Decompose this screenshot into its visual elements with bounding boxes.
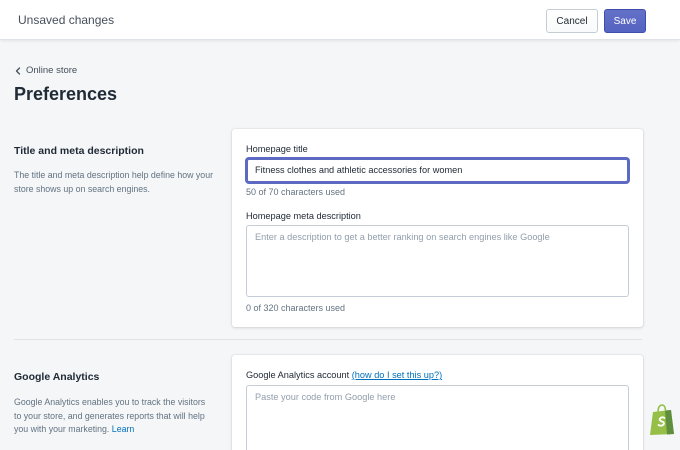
meta-description-label: Homepage meta description [246, 211, 361, 221]
google-analytics-card: Google Analytics account (how do I set t… [232, 355, 643, 450]
cancel-button[interactable]: Cancel [546, 9, 598, 33]
chevron-left-icon [15, 66, 21, 75]
unsaved-changes-title: Unsaved changes [18, 13, 115, 27]
google-analytics-account-label-text: Google Analytics account [246, 370, 350, 380]
google-analytics-description-text: Google Analytics enables you to track th… [14, 397, 206, 434]
section-heading-google-analytics: Google Analytics [14, 371, 100, 383]
homepage-title-value: Fitness clothes and athletic accessories… [255, 165, 463, 175]
breadcrumb[interactable]: Online store [14, 65, 77, 76]
contextual-save-bar: Unsaved changes Cancel Save [0, 0, 680, 40]
save-button[interactable]: Save [604, 9, 646, 33]
section-description-google-analytics: Google Analytics enables you to track th… [14, 396, 214, 437]
homepage-title-label: Homepage title [246, 144, 308, 154]
breadcrumb-link-online-store[interactable]: Online store [26, 65, 77, 76]
meta-description-placeholder: Enter a description to get a better rank… [255, 232, 550, 242]
homepage-title-input[interactable]: Fitness clothes and athletic accessories… [246, 158, 629, 183]
meta-description-counter: 0 of 320 characters used [246, 303, 346, 313]
meta-description-textarea[interactable]: Enter a description to get a better rank… [246, 225, 629, 297]
section-heading-title-meta: Title and meta description [14, 145, 144, 157]
google-analytics-code-textarea[interactable]: Paste your code from Google here [246, 385, 629, 450]
section-divider [14, 339, 642, 340]
google-analytics-account-label: Google Analytics account (how do I set t… [246, 370, 442, 380]
homepage-title-counter: 50 of 70 characters used [246, 187, 346, 197]
shopify-bag-icon [650, 404, 674, 435]
section-description-title-meta: The title and meta description help defi… [14, 170, 214, 194]
learn-more-link[interactable]: Learn [112, 424, 135, 434]
google-analytics-code-placeholder: Paste your code from Google here [255, 392, 396, 402]
google-analytics-help-link[interactable]: (how do I set this up?) [352, 370, 442, 380]
page-title: Preferences [14, 84, 118, 104]
title-meta-card: Homepage title Fitness clothes and athle… [232, 129, 643, 327]
